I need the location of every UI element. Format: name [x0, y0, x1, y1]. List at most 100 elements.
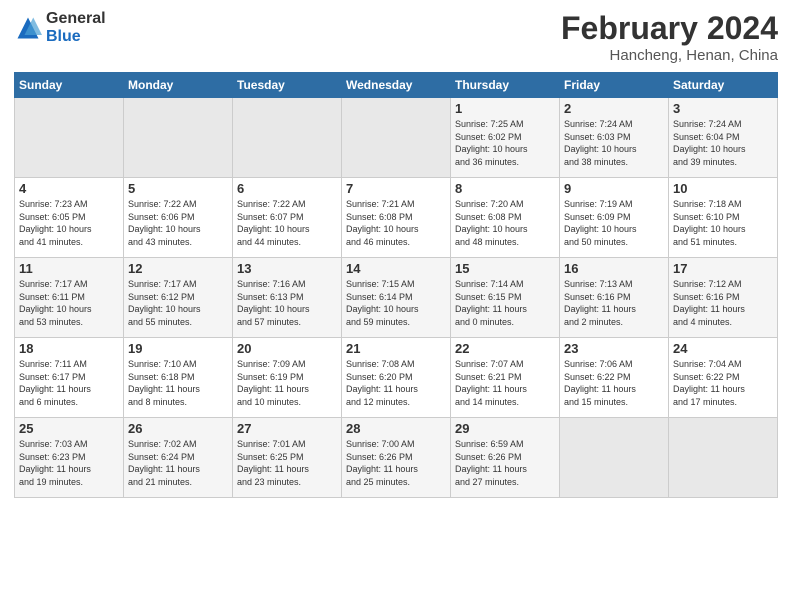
- day-number: 13: [237, 261, 337, 276]
- page: General Blue February 2024 Hancheng, Hen…: [0, 0, 792, 612]
- header-cell-saturday: Saturday: [669, 73, 778, 98]
- logo-text: General Blue: [46, 10, 106, 45]
- day-number: 2: [564, 101, 664, 116]
- calendar-cell: 24 Sunrise: 7:04 AM Sunset: 6:22 PM Dayli…: [669, 338, 778, 418]
- day-info: Sunrise: 7:11 AM Sunset: 6:17 PM Dayligh…: [19, 358, 119, 408]
- calendar-body: 1 Sunrise: 7:25 AM Sunset: 6:02 PM Daylig…: [15, 98, 778, 498]
- day-number: 29: [455, 421, 555, 436]
- day-number: 9: [564, 181, 664, 196]
- header-cell-thursday: Thursday: [451, 73, 560, 98]
- day-number: 27: [237, 421, 337, 436]
- main-title: February 2024: [561, 10, 778, 47]
- day-info: Sunrise: 7:02 AM Sunset: 6:24 PM Dayligh…: [128, 438, 228, 488]
- day-info: Sunrise: 7:20 AM Sunset: 6:08 PM Dayligh…: [455, 198, 555, 248]
- calendar-cell: 3 Sunrise: 7:24 AM Sunset: 6:04 PM Daylig…: [669, 98, 778, 178]
- title-block: February 2024 Hancheng, Henan, China: [561, 10, 778, 64]
- day-info: Sunrise: 7:24 AM Sunset: 6:04 PM Dayligh…: [673, 118, 773, 168]
- day-info: Sunrise: 7:09 AM Sunset: 6:19 PM Dayligh…: [237, 358, 337, 408]
- calendar-cell: 15 Sunrise: 7:14 AM Sunset: 6:15 PM Dayli…: [451, 258, 560, 338]
- day-number: 8: [455, 181, 555, 196]
- day-number: 15: [455, 261, 555, 276]
- calendar-cell: [669, 418, 778, 498]
- calendar-cell: 29 Sunrise: 6:59 AM Sunset: 6:26 PM Dayli…: [451, 418, 560, 498]
- day-number: 26: [128, 421, 228, 436]
- calendar-cell: 12 Sunrise: 7:17 AM Sunset: 6:12 PM Dayli…: [124, 258, 233, 338]
- day-info: Sunrise: 7:10 AM Sunset: 6:18 PM Dayligh…: [128, 358, 228, 408]
- day-number: 21: [346, 341, 446, 356]
- logo-blue-text: Blue: [46, 28, 106, 46]
- logo-general-text: General: [46, 10, 106, 28]
- header-cell-friday: Friday: [560, 73, 669, 98]
- calendar-cell: [560, 418, 669, 498]
- calendar-cell: 10 Sunrise: 7:18 AM Sunset: 6:10 PM Dayli…: [669, 178, 778, 258]
- calendar-cell: 19 Sunrise: 7:10 AM Sunset: 6:18 PM Dayli…: [124, 338, 233, 418]
- day-number: 20: [237, 341, 337, 356]
- day-number: 14: [346, 261, 446, 276]
- calendar-cell: 2 Sunrise: 7:24 AM Sunset: 6:03 PM Daylig…: [560, 98, 669, 178]
- day-number: 17: [673, 261, 773, 276]
- day-info: Sunrise: 7:19 AM Sunset: 6:09 PM Dayligh…: [564, 198, 664, 248]
- day-info: Sunrise: 7:08 AM Sunset: 6:20 PM Dayligh…: [346, 358, 446, 408]
- day-info: Sunrise: 7:12 AM Sunset: 6:16 PM Dayligh…: [673, 278, 773, 328]
- week-row-0: 1 Sunrise: 7:25 AM Sunset: 6:02 PM Daylig…: [15, 98, 778, 178]
- calendar-cell: 6Sunrise: 7:22 AM Sunset: 6:07 PM Daylig…: [233, 178, 342, 258]
- day-number: 16: [564, 261, 664, 276]
- calendar-cell: 27 Sunrise: 7:01 AM Sunset: 6:25 PM Dayli…: [233, 418, 342, 498]
- day-info: Sunrise: 7:04 AM Sunset: 6:22 PM Dayligh…: [673, 358, 773, 408]
- day-info: Sunrise: 7:00 AM Sunset: 6:26 PM Dayligh…: [346, 438, 446, 488]
- calendar-cell: 18 Sunrise: 7:11 AM Sunset: 6:17 PM Dayli…: [15, 338, 124, 418]
- day-info: Sunrise: 7:18 AM Sunset: 6:10 PM Dayligh…: [673, 198, 773, 248]
- day-number: 4: [19, 181, 119, 196]
- calendar-cell: 16Sunrise: 7:13 AM Sunset: 6:16 PM Dayli…: [560, 258, 669, 338]
- day-number: 7: [346, 181, 446, 196]
- day-info: Sunrise: 7:17 AM Sunset: 6:12 PM Dayligh…: [128, 278, 228, 328]
- day-number: 5: [128, 181, 228, 196]
- day-number: 18: [19, 341, 119, 356]
- calendar-cell: [342, 98, 451, 178]
- header: General Blue February 2024 Hancheng, Hen…: [14, 10, 778, 64]
- day-info: Sunrise: 7:21 AM Sunset: 6:08 PM Dayligh…: [346, 198, 446, 248]
- day-number: 1: [455, 101, 555, 116]
- day-info: Sunrise: 7:23 AM Sunset: 6:05 PM Dayligh…: [19, 198, 119, 248]
- calendar-cell: 7 Sunrise: 7:21 AM Sunset: 6:08 PM Daylig…: [342, 178, 451, 258]
- day-number: 25: [19, 421, 119, 436]
- day-number: 28: [346, 421, 446, 436]
- calendar-cell: 28 Sunrise: 7:00 AM Sunset: 6:26 PM Dayli…: [342, 418, 451, 498]
- day-info: Sunrise: 7:25 AM Sunset: 6:02 PM Dayligh…: [455, 118, 555, 168]
- week-row-1: 4 Sunrise: 7:23 AM Sunset: 6:05 PM Daylig…: [15, 178, 778, 258]
- calendar-cell: 5 Sunrise: 7:22 AM Sunset: 6:06 PM Daylig…: [124, 178, 233, 258]
- day-number: 3: [673, 101, 773, 116]
- day-number: 19: [128, 341, 228, 356]
- day-info: Sunrise: 7:01 AM Sunset: 6:25 PM Dayligh…: [237, 438, 337, 488]
- day-info: Sunrise: 6:59 AM Sunset: 6:26 PM Dayligh…: [455, 438, 555, 488]
- header-cell-monday: Monday: [124, 73, 233, 98]
- calendar-cell: [15, 98, 124, 178]
- day-info: Sunrise: 7:03 AM Sunset: 6:23 PM Dayligh…: [19, 438, 119, 488]
- week-row-4: 25 Sunrise: 7:03 AM Sunset: 6:23 PM Dayli…: [15, 418, 778, 498]
- logo-icon: [14, 14, 42, 42]
- day-number: 12: [128, 261, 228, 276]
- day-info: Sunrise: 7:14 AM Sunset: 6:15 PM Dayligh…: [455, 278, 555, 328]
- calendar-cell: 17 Sunrise: 7:12 AM Sunset: 6:16 PM Dayli…: [669, 258, 778, 338]
- day-number: 6: [237, 181, 337, 196]
- calendar-cell: 26 Sunrise: 7:02 AM Sunset: 6:24 PM Dayli…: [124, 418, 233, 498]
- day-number: 24: [673, 341, 773, 356]
- week-row-2: 11Sunrise: 7:17 AM Sunset: 6:11 PM Dayli…: [15, 258, 778, 338]
- day-info: Sunrise: 7:22 AM Sunset: 6:06 PM Dayligh…: [128, 198, 228, 248]
- header-row: SundayMondayTuesdayWednesdayThursdayFrid…: [15, 73, 778, 98]
- header-cell-sunday: Sunday: [15, 73, 124, 98]
- subtitle: Hancheng, Henan, China: [561, 47, 778, 64]
- header-cell-tuesday: Tuesday: [233, 73, 342, 98]
- week-row-3: 18 Sunrise: 7:11 AM Sunset: 6:17 PM Dayli…: [15, 338, 778, 418]
- calendar-table: SundayMondayTuesdayWednesdayThursdayFrid…: [14, 72, 778, 498]
- day-number: 10: [673, 181, 773, 196]
- calendar-cell: 8 Sunrise: 7:20 AM Sunset: 6:08 PM Daylig…: [451, 178, 560, 258]
- calendar-cell: 21 Sunrise: 7:08 AM Sunset: 6:20 PM Dayli…: [342, 338, 451, 418]
- day-info: Sunrise: 7:15 AM Sunset: 6:14 PM Dayligh…: [346, 278, 446, 328]
- calendar-cell: [124, 98, 233, 178]
- day-number: 23: [564, 341, 664, 356]
- day-info: Sunrise: 7:24 AM Sunset: 6:03 PM Dayligh…: [564, 118, 664, 168]
- day-info: Sunrise: 7:16 AM Sunset: 6:13 PM Dayligh…: [237, 278, 337, 328]
- calendar-cell: 20 Sunrise: 7:09 AM Sunset: 6:19 PM Dayli…: [233, 338, 342, 418]
- day-number: 11: [19, 261, 119, 276]
